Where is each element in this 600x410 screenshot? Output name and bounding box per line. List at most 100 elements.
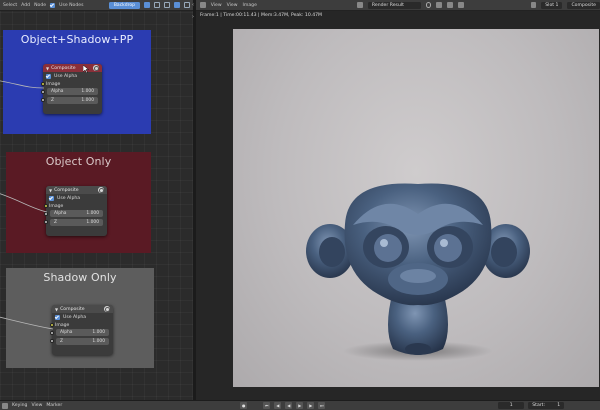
start-label: Start: <box>532 403 546 408</box>
pin-image-icon[interactable] <box>530 2 537 8</box>
next-keyframe-icon[interactable]: ▶ <box>307 402 315 409</box>
alpha-value: 1.000 <box>86 211 99 216</box>
node-editor-header: Select Add Node Use Nodes Backdrop <box>0 0 193 11</box>
image-input-row: Image <box>50 321 113 329</box>
editor-type-icon[interactable] <box>200 2 206 8</box>
backdrop-alpha-icon[interactable] <box>154 2 160 8</box>
menu-view[interactable]: View <box>211 3 222 8</box>
marker-menu[interactable]: Marker <box>46 403 62 408</box>
composite-node[interactable]: ▼ Composite Use Alpha Image Alpha 1.000 Z… <box>41 64 102 114</box>
z-field[interactable]: Z 1.000 <box>50 337 109 345</box>
view-menu[interactable]: View <box>31 403 42 408</box>
alpha-label: Alpha <box>51 89 64 94</box>
node-title: Composite <box>60 306 85 312</box>
image-socket[interactable] <box>44 204 48 208</box>
node-header[interactable]: ▼ Composite <box>52 305 113 313</box>
frame-title: Object+Shadow+PP <box>20 33 134 46</box>
z-socket[interactable] <box>44 220 48 224</box>
frame-title: Shadow Only <box>43 271 117 284</box>
use-alpha-row[interactable]: Use Alpha <box>46 194 107 202</box>
node-header[interactable]: ▼ Composite <box>46 186 107 194</box>
pin-icon[interactable] <box>184 2 190 8</box>
image-editor[interactable]: View View Image Render Result Slot 1 Com… <box>196 0 600 400</box>
image-editor-header: View View Image Render Result Slot 1 Com… <box>196 0 600 11</box>
image-socket[interactable] <box>50 323 54 327</box>
alpha-field[interactable]: Alpha 1.000 <box>50 329 109 336</box>
render-globe-icon <box>104 306 110 312</box>
image-input-row: Image <box>44 202 107 210</box>
slot-dropdown[interactable]: Slot 1 <box>541 1 563 9</box>
image-label: Image <box>46 81 61 87</box>
menu-select[interactable]: Select <box>3 3 17 8</box>
alpha-socket[interactable] <box>50 330 54 335</box>
jump-start-icon[interactable]: ⏮ <box>263 402 271 409</box>
render-result-image[interactable] <box>233 29 599 387</box>
use-alpha-checkbox[interactable] <box>49 195 54 201</box>
use-alpha-row[interactable]: Use Alpha <box>52 313 113 321</box>
image-socket[interactable] <box>41 82 45 86</box>
alpha-field[interactable]: Alpha 1.000 <box>44 210 103 217</box>
alpha-socket[interactable] <box>44 211 48 216</box>
timeline-editor-type-icon[interactable] <box>2 402 8 409</box>
use-alpha-label: Use Alpha <box>54 73 78 79</box>
menu-image[interactable]: Image <box>243 3 257 8</box>
start-frame-field[interactable]: Start: 1 <box>528 402 565 409</box>
node-editor[interactable]: Select Add Node Use Nodes Backdrop Objec… <box>0 0 193 400</box>
z-socket[interactable] <box>41 98 45 102</box>
use-nodes-label: Use Nodes <box>59 2 84 8</box>
z-socket[interactable] <box>50 339 54 343</box>
z-field[interactable]: Z 1.000 <box>44 218 103 226</box>
z-value: 1.000 <box>86 219 99 225</box>
jump-end-icon[interactable]: ⏭ <box>318 402 326 409</box>
composite-node[interactable]: ▼ Composite Use Alpha Image Alpha 1.000 Z… <box>44 186 107 236</box>
unlink-icon[interactable] <box>457 2 464 8</box>
backdrop-channel-icon[interactable] <box>144 2 150 8</box>
z-field[interactable]: Z 1.000 <box>41 96 98 104</box>
alpha-socket[interactable] <box>41 89 45 94</box>
z-label: Z <box>51 97 55 103</box>
start-value: 1 <box>557 403 561 408</box>
menu-add[interactable]: Add <box>21 3 30 8</box>
alpha-value: 1.000 <box>92 330 105 335</box>
current-frame-field[interactable]: 1 <box>498 402 525 409</box>
frame-title: Object Only <box>45 155 112 168</box>
backdrop-color-icon[interactable] <box>164 2 170 8</box>
open-image-icon[interactable] <box>447 2 453 8</box>
fake-user-icon[interactable] <box>425 2 432 8</box>
play-reverse-icon[interactable]: ◀ <box>285 402 293 409</box>
image-input-row: Image <box>41 80 102 88</box>
menu-view-2[interactable]: View <box>227 3 238 8</box>
frame-shadow-only[interactable]: Shadow Only ▼ Composite Use Alpha Image … <box>6 268 154 368</box>
collapse-triangle-icon[interactable]: ▼ <box>55 307 58 312</box>
keying-menu[interactable]: Keying <box>12 403 27 408</box>
image-name-field[interactable]: Render Result <box>367 1 421 9</box>
use-alpha-checkbox[interactable] <box>46 73 51 79</box>
play-icon[interactable]: ▶ <box>296 402 304 409</box>
image-browse-icon[interactable] <box>357 2 363 8</box>
pass-dropdown[interactable]: Composite <box>567 1 600 9</box>
frame-object-shadow-pp[interactable]: Object+Shadow+PP ▼ Composite Use Alpha I… <box>3 30 151 134</box>
snap-icon[interactable] <box>174 2 180 8</box>
mouse-cursor-icon <box>83 65 89 73</box>
frame-object-only[interactable]: Object Only ▼ Composite Use Alpha Image … <box>6 152 151 253</box>
alpha-label: Alpha <box>54 211 67 216</box>
alpha-value: 1.000 <box>81 89 94 94</box>
record-icon[interactable]: ● <box>240 402 248 409</box>
menu-node[interactable]: Node <box>34 3 46 8</box>
collapse-triangle-icon[interactable]: ▼ <box>46 66 49 71</box>
prev-keyframe-icon[interactable]: ◀ <box>274 402 282 409</box>
expand-left-arrow-icon[interactable]: ‹ <box>192 2 194 8</box>
image-label: Image <box>49 203 64 209</box>
composite-node[interactable]: ▼ Composite Use Alpha Image Alpha 1.000 Z… <box>50 305 113 355</box>
alpha-field[interactable]: Alpha 1.000 <box>41 88 98 95</box>
z-label: Z <box>60 338 64 344</box>
use-nodes-checkbox[interactable] <box>50 2 56 8</box>
timeline-header: Keying View Marker ● ⏮ ◀ ◀ ▶ ▶ ⏭ 1 Start… <box>0 400 600 410</box>
use-alpha-row[interactable]: Use Alpha <box>43 72 102 80</box>
new-image-icon[interactable] <box>436 2 443 8</box>
node-header[interactable]: ▼ Composite <box>43 64 102 72</box>
expand-right-arrow-icon[interactable]: › <box>192 14 194 20</box>
use-alpha-checkbox[interactable] <box>55 314 60 320</box>
collapse-triangle-icon[interactable]: ▼ <box>49 188 52 193</box>
backdrop-button[interactable]: Backdrop <box>108 1 140 9</box>
